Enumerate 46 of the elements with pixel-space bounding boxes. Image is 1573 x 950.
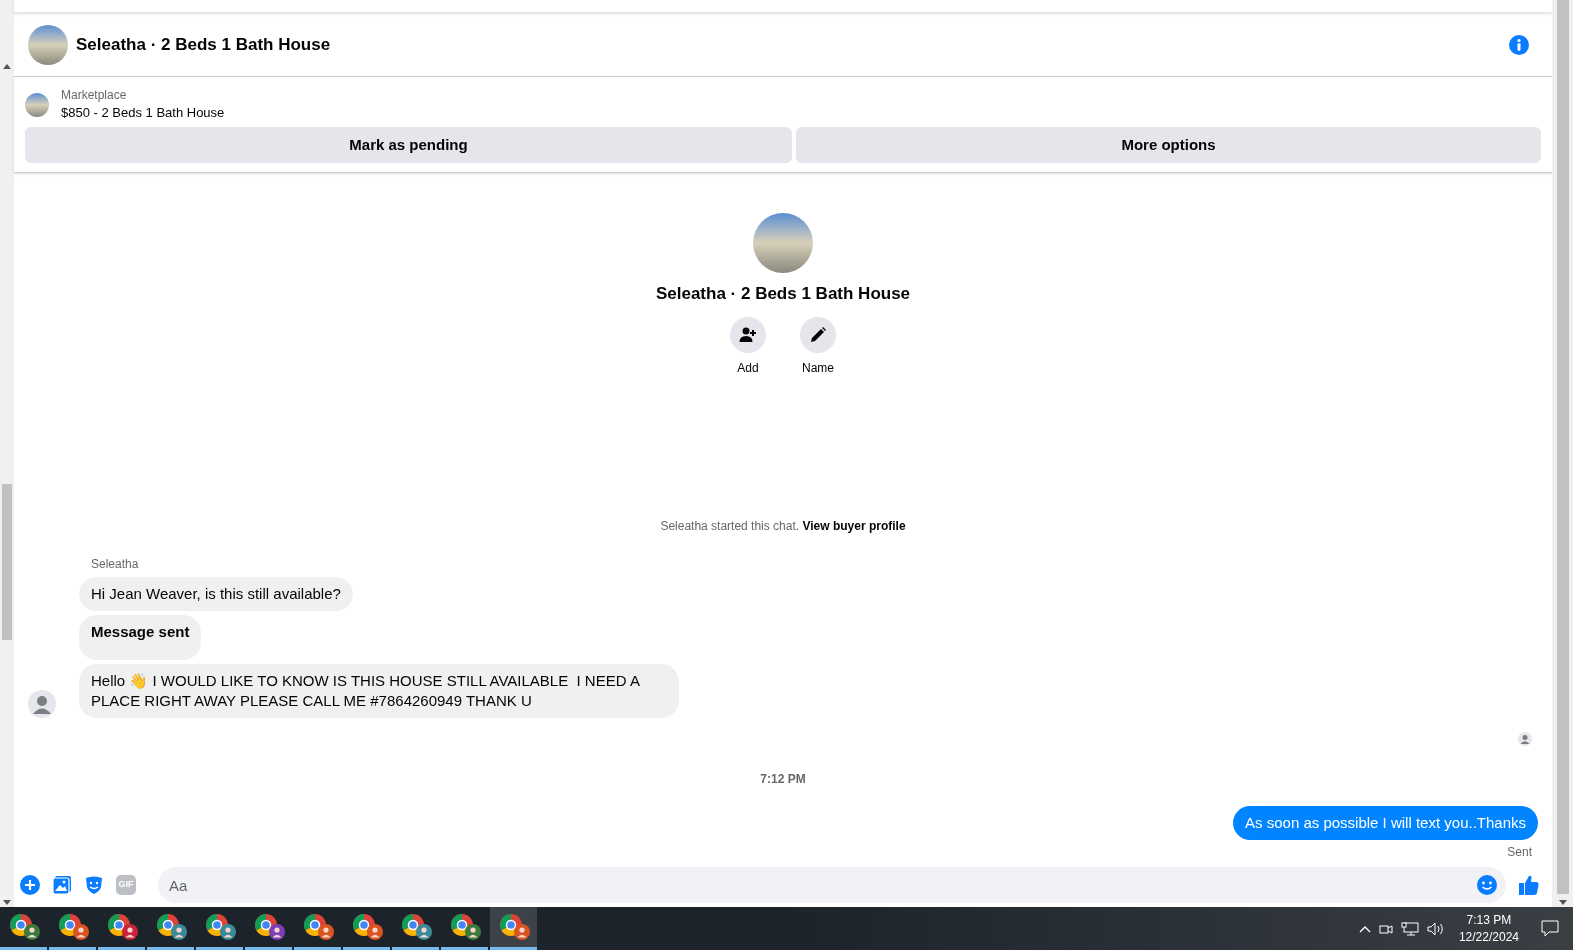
- chat-started-notice: Seleatha started this chat. View buyer profile: [660, 517, 906, 535]
- timestamp: 7:12 PM: [760, 770, 806, 788]
- pencil-icon: [809, 325, 827, 344]
- more-options-button[interactable]: More options: [796, 127, 1541, 163]
- action-label: Name: [802, 359, 834, 377]
- add-person-icon: [739, 325, 757, 344]
- message-field[interactable]: Aa: [158, 867, 1506, 903]
- rename-button[interactable]: [800, 316, 836, 353]
- scroll-thumb[interactable]: [1556, 0, 1569, 894]
- scroll-up-icon[interactable]: [3, 64, 11, 69]
- network-icon[interactable]: [1400, 921, 1419, 936]
- message-bubble: Message sent: [79, 614, 202, 660]
- emoji-icon[interactable]: [1476, 874, 1498, 896]
- thumbs-up-icon[interactable]: [1518, 874, 1540, 896]
- conversation-title: Seleatha · 2 Beds 1 Bath House: [655, 283, 911, 305]
- sender-name: Seleatha: [91, 555, 140, 573]
- seen-avatar-icon: [1518, 731, 1532, 746]
- view-buyer-profile-link[interactable]: View buyer profile: [802, 518, 906, 533]
- scroll-thumb[interactable]: [2, 484, 12, 640]
- taskbar-app[interactable]: [490, 907, 537, 950]
- add-button[interactable]: [730, 316, 766, 353]
- delivery-status: Sent: [1507, 843, 1532, 861]
- message-bubble: Hello 👋 I WOULD LIKE TO KNOW IS THIS HOUSE STILL AVAILABLE I NEED A PLACE RIGHT AWAY PLEASE CALL ME #7864260949 THANK U: [79, 663, 679, 718]
- house-photo: [25, 93, 49, 117]
- photo-icon[interactable]: [52, 875, 72, 895]
- conversation-title: Seleatha · 2 Beds 1 Bath House: [76, 33, 331, 56]
- message-bubble: Hi Jean Weaver, is this still available?: [79, 576, 353, 611]
- chevron-up-icon[interactable]: [1358, 924, 1371, 933]
- sticker-icon[interactable]: [84, 875, 104, 895]
- message-bubble: As soon as possible I will text you..Thanks: [1233, 805, 1538, 840]
- scroll-down-icon[interactable]: [1558, 900, 1567, 905]
- scroll-down-icon[interactable]: [3, 900, 11, 905]
- speaker-icon[interactable]: [1426, 921, 1445, 936]
- mark-pending-button[interactable]: Mark as pending: [25, 127, 792, 163]
- avatar-icon: [28, 689, 56, 718]
- plus-icon[interactable]: [20, 875, 40, 895]
- info-icon[interactable]: [1508, 33, 1530, 56]
- listing-source: Marketplace: [61, 87, 128, 103]
- notifications-icon[interactable]: [1541, 920, 1559, 937]
- house-photo: [753, 213, 813, 273]
- action-label: Add: [737, 359, 759, 377]
- house-photo: [28, 24, 68, 65]
- listing-title[interactable]: $850 - 2 Beds 1 Bath House: [61, 103, 225, 123]
- scrollbar[interactable]: [1552, 0, 1573, 907]
- clock[interactable]: 7:13 PM 12/22/2024: [1458, 911, 1519, 946]
- scrollbar[interactable]: [0, 0, 14, 907]
